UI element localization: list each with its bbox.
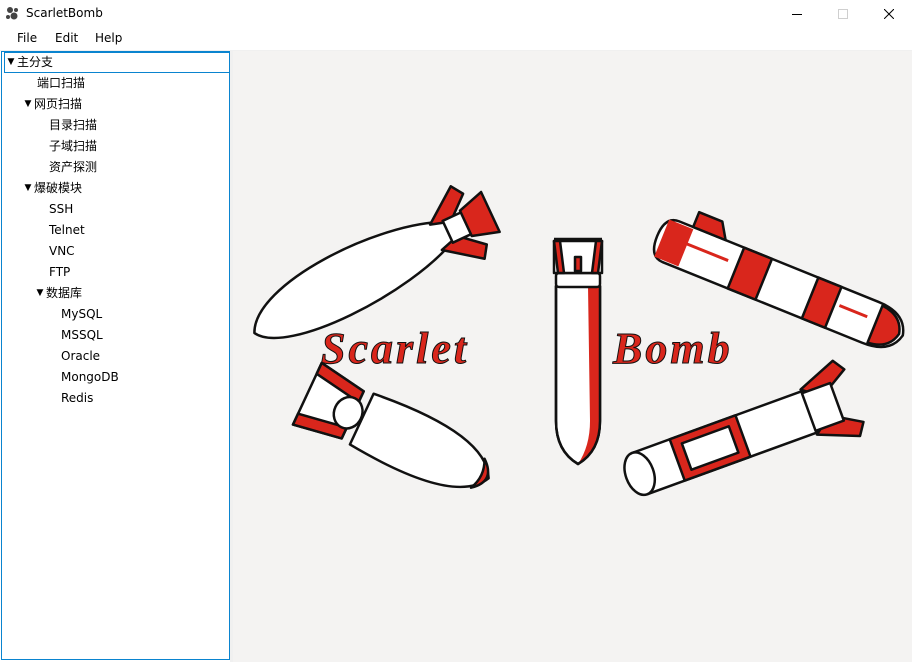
menu-help[interactable]: Help [95, 31, 122, 46]
tree-item-redis[interactable]: Redis [61, 389, 93, 408]
tree-item-asset-probe[interactable]: 资产探测 [49, 158, 97, 177]
window-title: ScarletBomb [26, 6, 103, 20]
close-icon [884, 8, 894, 19]
bomb-lower-right [623, 359, 865, 497]
tree-item-mssql[interactable]: MSSQL [61, 326, 103, 345]
menu-file[interactable]: File [17, 31, 37, 46]
tree-item-subdomain-scan[interactable]: 子域扫描 [49, 137, 97, 156]
bomb-center [552, 237, 604, 466]
tree-item-database[interactable]: ▼ 数据库 [34, 284, 82, 303]
tree-item-telnet[interactable]: Telnet [49, 221, 85, 240]
tree-item-dir-scan[interactable]: 目录扫描 [49, 116, 97, 135]
menu-bar: File Edit Help [0, 27, 912, 50]
tree-item-label: 网页扫描 [34, 97, 83, 111]
tree-item-label: MSSQL [61, 328, 103, 342]
tree-item-oracle[interactable]: Oracle [61, 347, 100, 366]
expand-arrow-icon[interactable]: ▼ [22, 95, 34, 114]
tree-root-label: 主分支 [17, 55, 54, 69]
maximize-button[interactable] [820, 0, 866, 27]
logo-text-right: Bomb [612, 324, 733, 373]
tree-item-label: 资产探测 [49, 160, 98, 174]
tree-item-label: VNC [49, 244, 75, 258]
expand-arrow-icon[interactable]: ▼ [5, 53, 17, 72]
tree-item-label: 子域扫描 [49, 139, 98, 153]
tree-item-mysql[interactable]: MySQL [61, 305, 102, 324]
tree-item-label: 目录扫描 [49, 118, 98, 132]
tree-root[interactable]: ▼ 主分支 [4, 52, 230, 73]
tree-item-label: 端口扫描 [37, 76, 86, 90]
tree-item-label: FTP [49, 265, 71, 279]
maximize-icon [838, 8, 848, 19]
minimize-icon [792, 13, 802, 15]
app-window: ScarletBomb File Edit Help ▼ 主分支 端口扫描 ▼ 网页… [0, 0, 912, 662]
tree-item-mongodb[interactable]: MongoDB [61, 368, 119, 387]
tree-item-label: 数据库 [46, 286, 83, 300]
expand-arrow-icon[interactable]: ▼ [34, 284, 46, 303]
app-logo-icon [5, 5, 21, 21]
tree-item-label: SSH [49, 202, 74, 216]
tree-item-port-scan[interactable]: 端口扫描 [37, 74, 85, 93]
module-tree[interactable]: ▼ 主分支 端口扫描 ▼ 网页扫描 目录扫描 子域扫描 资产探测 ▼ 爆破模块 SSH… [1, 51, 230, 660]
scarletbomb-logo: Scarlet Bomb [253, 185, 905, 497]
tree-item-bruteforce[interactable]: ▼ 爆破模块 [22, 179, 82, 198]
tree-item-label: Oracle [61, 349, 101, 363]
tree-item-label: 爆破模块 [34, 181, 83, 195]
title-bar: ScarletBomb [0, 0, 912, 27]
minimize-button[interactable] [774, 0, 820, 27]
tree-item-label: MySQL [61, 307, 103, 321]
tree-item-web-scan[interactable]: ▼ 网页扫描 [22, 95, 82, 114]
tree-item-ssh[interactable]: SSH [49, 200, 73, 219]
main-panel: Scarlet Bomb [233, 51, 912, 662]
tree-item-label: Redis [61, 391, 94, 405]
close-button[interactable] [866, 0, 912, 27]
logo-text-left: Scarlet [321, 324, 469, 373]
expand-arrow-icon[interactable]: ▼ [22, 179, 34, 198]
menu-edit[interactable]: Edit [55, 31, 78, 46]
tree-item-vnc[interactable]: VNC [49, 242, 75, 261]
tree-item-label: Telnet [49, 223, 85, 237]
bomb-lower-left [291, 361, 490, 489]
tree-item-ftp[interactable]: FTP [49, 263, 70, 282]
tree-item-label: MongoDB [61, 370, 119, 384]
